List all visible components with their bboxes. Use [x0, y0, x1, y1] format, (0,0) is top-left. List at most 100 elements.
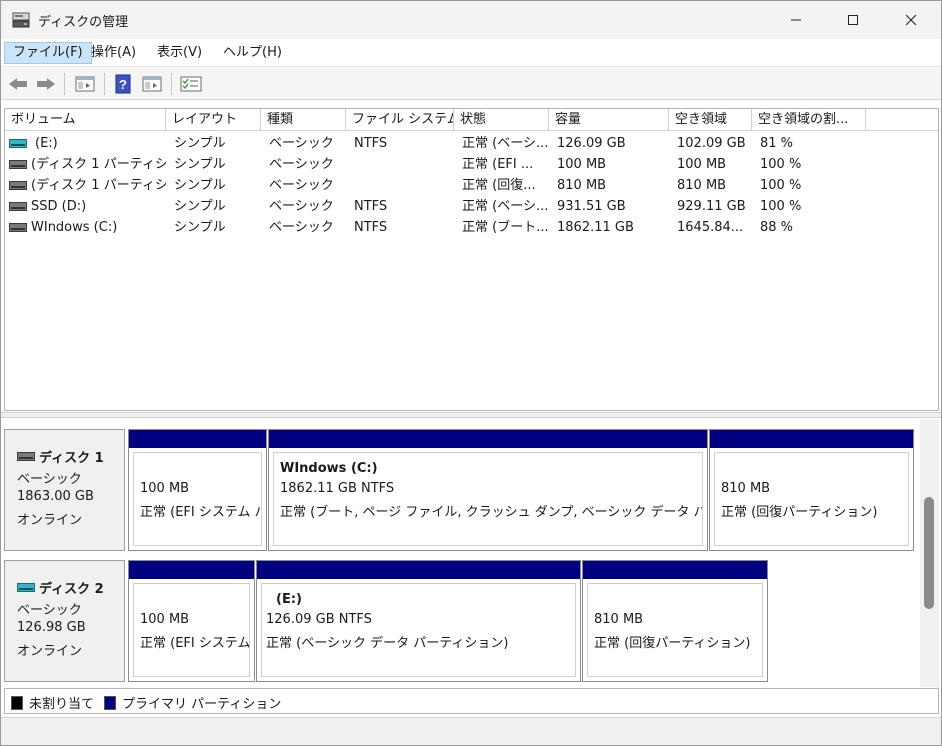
console-view-button[interactable]: [140, 73, 164, 95]
partition-size: 810 MB: [721, 481, 771, 496]
partition-body: 810 MB 正常 (回復パーティション): [714, 452, 909, 546]
disk-1-name-row: ディスク 1: [17, 447, 104, 466]
table-row[interactable]: SSD (D:) シンプル ベーシック NTFS 正常 (ベーシ... 931.…: [5, 196, 938, 217]
partition-disk1-windows[interactable]: WIndows (C:) 1862.11 GB NTFS 正常 (ブート, ペー…: [268, 429, 708, 551]
cell-free-percent: 81 %: [760, 136, 794, 151]
cell-free-percent: 88 %: [760, 220, 794, 235]
menu-bar: ファイル(F) 操作(A) 表示(V) ヘルプ(H): [1, 39, 941, 67]
svg-text:?: ?: [119, 77, 127, 92]
checklist-button[interactable]: [179, 73, 203, 95]
toolbar-separator: [171, 73, 172, 95]
legend-label: 未割り当て: [29, 697, 95, 712]
column-header-free-space[interactable]: 空き領域: [669, 109, 752, 131]
window-title: ディスクの管理: [38, 15, 129, 30]
legend-label: プライマリ パーティション: [122, 697, 282, 712]
cell-volume: (ディスク 1 パーティショ...: [31, 157, 166, 172]
cell-free-space: 100 MB: [677, 157, 727, 172]
disk-2-size: 126.98 GB: [17, 620, 86, 635]
cell-filesystem: NTFS: [354, 136, 388, 151]
forward-button[interactable]: [34, 73, 58, 95]
partition-disk2-recovery[interactable]: 810 MB 正常 (回復パーティション): [582, 560, 768, 682]
disk-2-state: オンライン: [17, 644, 83, 659]
partition-status: 正常 (回復パーティション): [721, 505, 878, 520]
legend-primary: プライマリ パーティション: [104, 693, 281, 712]
cell-capacity: 810 MB: [557, 178, 607, 193]
table-row[interactable]: WIndows (C:) シンプル ベーシック NTFS 正常 (ブート... …: [5, 217, 938, 238]
partition-disk2-e[interactable]: (E:) 126.09 GB NTFS 正常 (ベーシック データ パーティショ…: [256, 560, 581, 682]
partition-bar: [257, 561, 580, 579]
cell-type: ベーシック: [269, 136, 334, 151]
cell-free-percent: 100 %: [760, 199, 802, 214]
cell-type: ベーシック: [269, 199, 334, 214]
menu-view[interactable]: 表示(V): [149, 42, 210, 64]
column-header-capacity[interactable]: 容量: [549, 109, 669, 131]
column-header-type[interactable]: 種類: [261, 109, 346, 131]
partition-bar: [129, 430, 266, 448]
partition-disk1-recovery[interactable]: 810 MB 正常 (回復パーティション): [709, 429, 914, 551]
partition-status: 正常 (回復パーティション): [594, 636, 751, 651]
partition-bar: [129, 561, 254, 579]
help-button[interactable]: ?: [111, 73, 135, 95]
disk-1-size: 1863.00 GB: [17, 489, 94, 504]
disk-1-label[interactable]: ディスク 1 ベーシック 1863.00 GB オンライン: [4, 429, 125, 551]
drive-icon: [17, 452, 35, 461]
volume-list: ボリューム レイアウト 種類 ファイル システム 状態 容量 空き領域 空き領域…: [4, 108, 939, 411]
disk-2-name-row: ディスク 2: [17, 578, 104, 597]
column-header-filesystem[interactable]: ファイル システム: [346, 109, 454, 131]
partition-title: WIndows (C:): [280, 461, 378, 476]
cell-layout: シンプル: [174, 178, 226, 193]
removable-drive-icon: [9, 139, 27, 148]
cell-capacity: 126.09 GB: [557, 136, 626, 151]
disk-pane-scrollbar[interactable]: [920, 419, 939, 687]
legend: 未割り当て プライマリ パーティション: [4, 688, 939, 714]
partition-size: 100 MB: [140, 612, 190, 627]
partition-title: (E:): [276, 592, 302, 607]
properties-view-button[interactable]: [73, 73, 97, 95]
menu-file[interactable]: ファイル(F): [4, 42, 92, 64]
partition-disk2-efi[interactable]: 100 MB 正常 (EFI システム: [128, 560, 255, 682]
partition-status: 正常 (ベーシック データ パーティション): [266, 636, 509, 651]
toolbar-separator: [64, 73, 65, 95]
table-row[interactable]: (ディスク 1 パーティショ... シンプル ベーシック 正常 (回復... 8…: [5, 175, 938, 196]
table-row[interactable]: (E:) シンプル ベーシック NTFS 正常 (ベーシ... 126.09 G…: [5, 133, 938, 154]
cell-status: 正常 (ベーシ...: [462, 136, 549, 151]
table-row[interactable]: (ディスク 1 パーティショ... シンプル ベーシック 正常 (EFI ...…: [5, 154, 938, 175]
disk-graphical-pane: ディスク 1 ベーシック 1863.00 GB オンライン 100 MB 正常 …: [4, 419, 920, 687]
scrollbar-thumb[interactable]: [924, 497, 934, 609]
partition-bar: [583, 561, 767, 579]
legend-unallocated: 未割り当て: [11, 693, 94, 712]
disk-2-name: ディスク 2: [39, 582, 104, 597]
partition-body: WIndows (C:) 1862.11 GB NTFS 正常 (ブート, ペー…: [273, 452, 703, 546]
pane-splitter[interactable]: [1, 412, 941, 418]
column-header-layout[interactable]: レイアウト: [166, 109, 261, 131]
status-bar: [1, 717, 941, 745]
cell-free-space: 1645.84...: [677, 220, 744, 235]
column-header-status[interactable]: 状態: [454, 109, 549, 131]
partition-disk1-efi[interactable]: 100 MB 正常 (EFI システム パ: [128, 429, 267, 551]
column-header-volume[interactable]: ボリューム: [5, 109, 166, 131]
menu-help[interactable]: ヘルプ(H): [215, 42, 290, 64]
disk-1-state: オンライン: [17, 513, 83, 528]
cell-layout: シンプル: [174, 220, 226, 235]
cell-status: 正常 (回復...: [462, 178, 536, 193]
cell-free-percent: 100 %: [760, 178, 802, 193]
removable-drive-icon: [17, 583, 35, 592]
cell-filesystem: [348, 154, 456, 175]
minimize-button[interactable]: [767, 1, 825, 39]
cell-free-space: 929.11 GB: [677, 199, 746, 214]
disk-1-type: ベーシック: [17, 472, 82, 487]
partition-body: 100 MB 正常 (EFI システム パ: [133, 452, 262, 546]
checklist-icon: [180, 76, 202, 92]
disk-1-name: ディスク 1: [39, 451, 104, 466]
cell-layout: シンプル: [174, 157, 226, 172]
disk-2-label[interactable]: ディスク 2 ベーシック 126.98 GB オンライン: [4, 560, 125, 682]
back-button[interactable]: [6, 73, 30, 95]
cell-filesystem: NTFS: [354, 199, 388, 214]
partition-status: 正常 (EFI システム: [140, 636, 250, 651]
close-button[interactable]: [882, 1, 940, 39]
maximize-button[interactable]: [824, 1, 882, 39]
disk-management-app-icon: [12, 12, 30, 28]
column-header-free-percent[interactable]: 空き領域の割...: [752, 109, 866, 131]
menu-action[interactable]: 操作(A): [83, 42, 144, 64]
cell-status: 正常 (ベーシ...: [462, 199, 549, 214]
